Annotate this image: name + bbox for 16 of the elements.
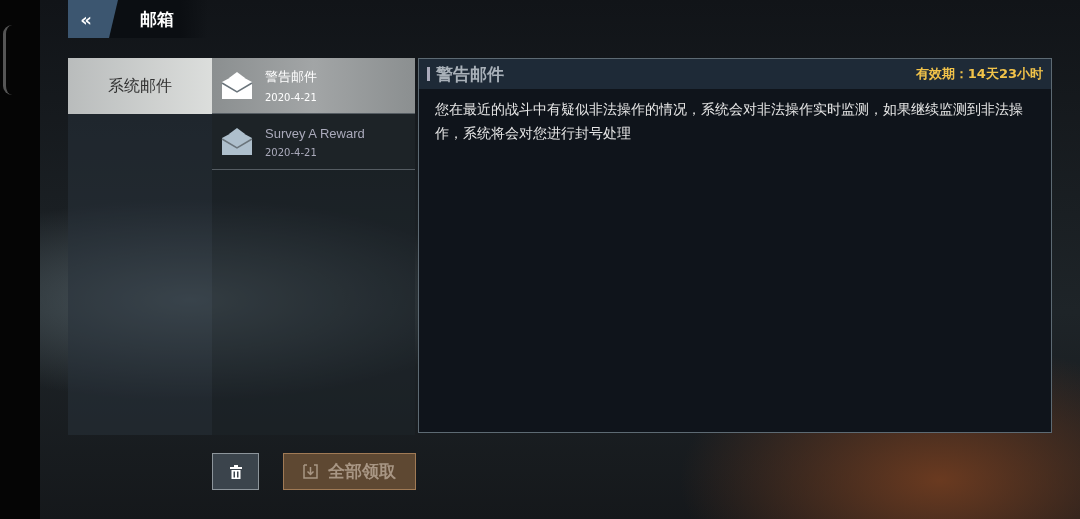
back-button[interactable]: «	[68, 0, 118, 38]
mail-heading: 警告邮件	[436, 62, 505, 86]
mail-item[interactable]: Survey A Reward 2020-4-21	[212, 114, 415, 170]
open-envelope-icon	[221, 127, 253, 156]
download-icon	[303, 464, 318, 479]
mail-body: 您在最近的战斗中有疑似非法操作的情况，系统会对非法操作实时监测，如果继续监测到非法操作，系统将会对您进行封号处理	[434, 100, 1024, 143]
delete-button[interactable]	[212, 453, 259, 490]
page-title: 邮箱	[140, 7, 174, 31]
mail-title: 警告邮件	[265, 68, 317, 86]
validity-text: 有效期：14天23小时	[915, 65, 1043, 83]
open-envelope-icon	[221, 71, 253, 100]
category-tab[interactable]: 系统邮件	[68, 58, 212, 114]
mail-date: 2020-4-21	[265, 92, 317, 103]
mail-date: 2020-4-21	[265, 146, 318, 158]
mail-title: Survey A Reward	[265, 125, 365, 141]
trash-icon	[229, 464, 242, 479]
